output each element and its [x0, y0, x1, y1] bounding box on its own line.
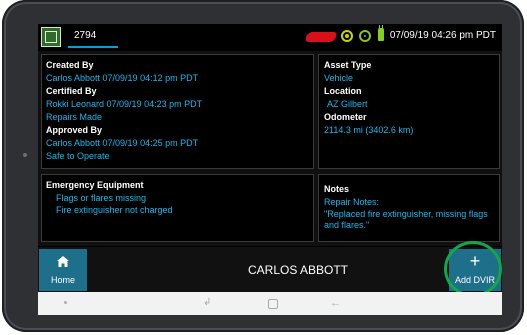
tablet-frame: 2794 07/09/19 04:26 pm PDT Created By Ca…	[2, 0, 524, 332]
unit-number[interactable]: 2794	[74, 30, 96, 41]
bottom-action-bar: Home CARLOS ABBOTT + Add DVIR	[38, 241, 502, 297]
device-screen: 2794 07/09/19 04:26 pm PDT Created By Ca…	[38, 24, 502, 315]
unit-underline	[68, 46, 118, 48]
odometer-label: Odometer	[324, 112, 367, 122]
emergency-label: Emergency Equipment	[46, 180, 144, 190]
asset-type-label: Asset Type	[324, 60, 372, 70]
asset-type-value: Vehicle	[324, 73, 354, 83]
status-bar: 2794 07/09/19 04:26 pm PDT	[38, 24, 502, 51]
driver-name: CARLOS ABBOTT	[247, 263, 349, 277]
approved-by-label: Approved By	[46, 125, 103, 135]
notes-label: Notes	[324, 184, 350, 194]
gps-icon	[341, 30, 353, 42]
location-value: AZ Gilbert	[327, 99, 368, 109]
emergency-item: Flags or flares missing	[56, 193, 147, 203]
app-logo-icon[interactable]	[41, 27, 61, 47]
certified-by-value: Rokki Leonard 07/09/19 04:23 pm PDT	[46, 99, 203, 109]
recent-apps-icon[interactable]: ↲	[203, 298, 211, 308]
approved-by-value: Carlos Abbott 07/09/19 04:25 pm PDT	[46, 138, 199, 148]
emergency-equipment-panel: Emergency Equipment Flags or flares miss…	[41, 174, 314, 242]
android-nav-bar: ↲ ←	[38, 292, 502, 315]
notes-text: "Replaced fire extinguisher, missing fla…	[324, 209, 488, 230]
signal-icon	[359, 30, 371, 42]
approved-status: Safe to Operate	[46, 151, 110, 161]
created-by-label: Created By	[46, 60, 94, 70]
notes-title: Repair Notes:	[324, 197, 380, 207]
home-label: Home	[50, 275, 75, 285]
certified-by-label: Certified By	[46, 86, 97, 96]
asset-details-panel: Asset Type Vehicle Location AZ Gilbert O…	[318, 54, 500, 169]
home-button[interactable]: Home	[39, 249, 87, 291]
created-by-value: Carlos Abbott 07/09/19 04:12 pm PDT	[46, 73, 199, 83]
red-alert-icon[interactable]	[305, 32, 337, 42]
dvir-signatures-panel: Created By Carlos Abbott 07/09/19 04:12 …	[41, 54, 314, 169]
camera-dot	[23, 153, 27, 157]
power-plug-icon	[378, 25, 384, 41]
odometer-value: 2114.3 mi (3402.6 km)	[324, 125, 414, 135]
status-datetime: 07/09/19 04:26 pm PDT	[389, 30, 496, 41]
highlight-ring	[444, 241, 502, 297]
notes-panel: Notes Repair Notes: "Replaced fire extin…	[318, 174, 500, 242]
location-label: Location	[324, 86, 362, 96]
certified-status: Repairs Made	[46, 112, 103, 122]
emergency-item: Fire extinguisher not charged	[56, 205, 173, 215]
home-icon	[57, 256, 69, 267]
nav-dot-icon	[64, 301, 67, 304]
nav-home-icon[interactable]	[268, 299, 278, 309]
back-icon[interactable]: ←	[330, 298, 341, 309]
